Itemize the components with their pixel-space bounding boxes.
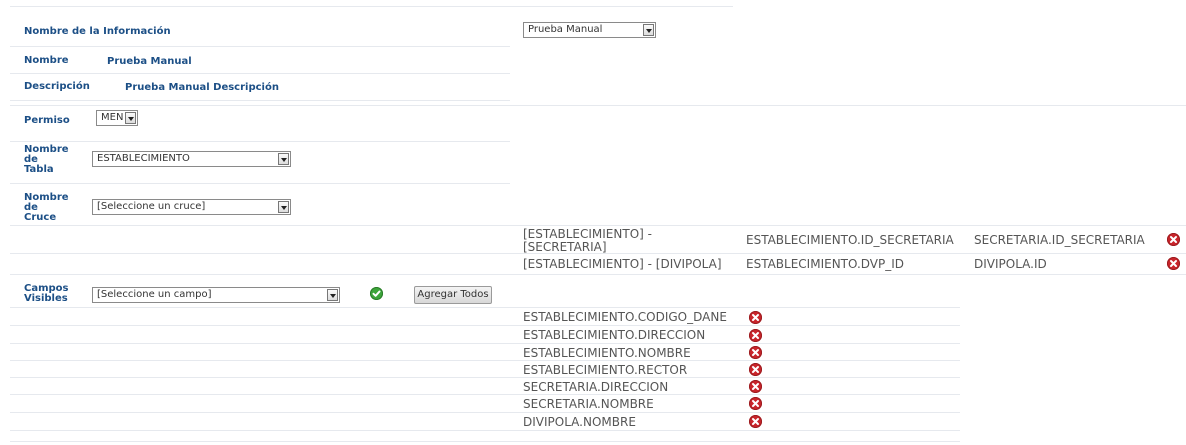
cruce-select-value: [Seleccione un cruce] (97, 201, 206, 212)
delete-icon[interactable] (749, 397, 762, 410)
cruce-field-b: DIVIPOLA.ID (974, 257, 1047, 271)
campo-item: SECRETARIA.DIRECCION (523, 380, 669, 394)
row-divider (10, 441, 960, 442)
delete-icon[interactable] (749, 380, 762, 393)
delete-icon[interactable] (749, 329, 762, 342)
permiso-select[interactable]: MEN (96, 110, 138, 126)
cruce-tables-line2: [SECRETARIA] (523, 240, 607, 254)
delete-icon[interactable] (749, 363, 762, 376)
cruce-tables: [ESTABLECIMIENTO] - [DIVIPOLA] (523, 257, 722, 271)
nombre-label: Nombre (24, 55, 69, 66)
info-label: Nombre de la Información (24, 26, 171, 37)
delete-icon[interactable] (749, 415, 762, 428)
row-divider (10, 430, 960, 431)
delete-icon[interactable] (749, 311, 762, 324)
tabla-label: Nombre de Tabla (24, 145, 69, 175)
row-divider (10, 274, 1186, 275)
row-divider (10, 343, 960, 344)
row-divider (10, 105, 1186, 106)
add-field-icon[interactable] (370, 287, 383, 300)
campo-item: ESTABLECIMIENTO.CODIGO_DANE (523, 310, 727, 324)
campos-label: Campos Visibles (24, 284, 69, 304)
tabla-select-value: ESTABLECIMIENTO (97, 153, 190, 164)
row-divider (10, 100, 510, 101)
cruce-select[interactable]: [Seleccione un cruce] (92, 199, 291, 215)
chevron-down-icon (278, 201, 289, 213)
chevron-down-icon (278, 153, 289, 165)
cruce-field-b: SECRETARIA.ID_SECRETARIA (974, 233, 1145, 247)
cruce-field-a: ESTABLECIMIENTO.DVP_ID (746, 257, 905, 271)
cruce-label: Nombre de Cruce (24, 193, 69, 223)
descripcion-label: Descripción (24, 81, 90, 92)
nombre-value: Prueba Manual (107, 56, 192, 67)
delete-icon[interactable] (1167, 257, 1180, 270)
campo-item: DIVIPOLA.NOMBRE (523, 415, 636, 429)
chevron-down-icon (327, 289, 338, 301)
campos-select[interactable]: [Seleccione un campo] (92, 287, 340, 303)
row-divider (10, 73, 510, 74)
cruce-label-line3: Cruce (24, 212, 57, 223)
cruce-field-a: ESTABLECIMIENTO.ID_SECRETARIA (746, 233, 954, 247)
campos-label-line2: Visibles (24, 293, 68, 304)
row-divider (10, 6, 733, 7)
row-divider (10, 141, 510, 142)
row-divider (10, 412, 960, 413)
info-select-value: Prueba Manual (528, 24, 603, 35)
add-all-button[interactable]: Agregar Todos (414, 286, 492, 304)
row-divider (10, 325, 960, 326)
delete-icon[interactable] (1167, 233, 1180, 246)
row-divider (10, 377, 960, 378)
row-divider (10, 360, 960, 361)
tabla-label-line3: Tabla (24, 164, 54, 175)
chevron-down-icon (643, 24, 654, 36)
row-divider (10, 307, 960, 308)
row-divider (10, 46, 510, 47)
campos-select-value: [Seleccione un campo] (97, 289, 212, 300)
campo-item: ESTABLECIMIENTO.DIRECCION (523, 328, 706, 342)
chevron-down-icon (125, 112, 136, 124)
row-divider (10, 183, 510, 184)
campo-item: ESTABLECIMIENTO.RECTOR (523, 363, 688, 377)
delete-icon[interactable] (749, 346, 762, 359)
cruce-tables: [ESTABLECIMIENTO] - [SECRETARIA] (523, 228, 652, 254)
row-divider (10, 394, 960, 395)
row-divider (10, 225, 1186, 226)
campo-item: SECRETARIA.NOMBRE (523, 397, 654, 411)
permiso-label: Permiso (24, 115, 70, 126)
descripcion-value: Prueba Manual Descripción (125, 82, 279, 93)
tabla-select[interactable]: ESTABLECIMIENTO (92, 151, 291, 167)
info-select[interactable]: Prueba Manual (523, 22, 656, 38)
permiso-select-value: MEN (101, 112, 124, 123)
campo-item: ESTABLECIMIENTO.NOMBRE (523, 346, 691, 360)
